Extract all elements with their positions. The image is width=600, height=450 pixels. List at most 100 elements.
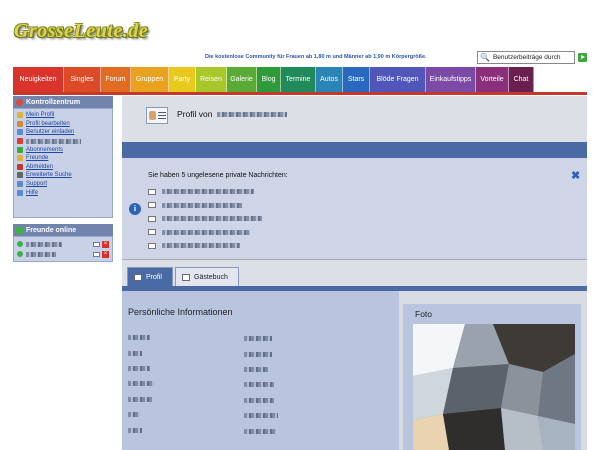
profile-photo[interactable] xyxy=(413,324,575,450)
control-center-header: Kontrollzentrum xyxy=(13,96,113,108)
remove-icon[interactable]: × xyxy=(102,250,109,258)
info-key xyxy=(128,412,244,419)
info-value xyxy=(244,382,274,388)
message-subject[interactable] xyxy=(162,202,242,208)
info-row xyxy=(128,346,388,361)
nav-tab-13[interactable]: Vorteile xyxy=(476,67,509,92)
sidebar-item[interactable]: Mein Profil xyxy=(17,111,109,120)
nav-tab-4[interactable]: Party xyxy=(169,67,196,92)
info-icon: i xyxy=(129,203,141,215)
friend-name[interactable] xyxy=(26,251,56,257)
sidebar-item-label: Freunde xyxy=(26,155,49,162)
info-key-text xyxy=(128,412,140,418)
info-key-text xyxy=(128,381,154,387)
sidebar-item[interactable]: Support xyxy=(17,180,109,189)
sidebar-item[interactable] xyxy=(17,137,109,146)
info-value xyxy=(244,397,274,403)
nav-tab-14[interactable]: Chat xyxy=(509,67,534,92)
profile-tab-icon xyxy=(134,273,142,281)
site-logo[interactable]: GrosseLeute.de xyxy=(14,20,149,46)
envelope-icon xyxy=(148,202,156,209)
main-content: Profil von i Sie haben 5 ungelesene priv… xyxy=(122,96,587,450)
info-row xyxy=(128,362,388,377)
nav-tab-6[interactable]: Galerie xyxy=(227,67,257,92)
envelope-icon xyxy=(148,229,156,236)
message-item[interactable] xyxy=(148,199,262,213)
nav-tab-8[interactable]: Termine xyxy=(281,67,316,92)
help-icon xyxy=(17,189,23,196)
control-center-icon xyxy=(16,98,23,106)
profile-card-icon xyxy=(146,107,168,124)
sidebar-item[interactable]: Abonnements xyxy=(17,145,109,154)
sidebar-item-label: Abmelden xyxy=(26,163,54,170)
photo-panel: Foto xyxy=(403,304,581,450)
sidebar-item-label: Erweiterte Suche xyxy=(26,172,72,179)
remove-icon[interactable]: × xyxy=(102,240,109,248)
tab-gaestebuch-label: Gästebuch xyxy=(194,273,228,281)
message-item[interactable] xyxy=(148,185,262,199)
info-key-text xyxy=(128,427,142,433)
message-subject[interactable] xyxy=(162,229,250,235)
info-value xyxy=(244,336,272,342)
nav-tab-12[interactable]: Einkaufstipps xyxy=(426,67,476,92)
tab-profil[interactable]: Profil xyxy=(127,267,173,286)
friend-name[interactable] xyxy=(26,241,62,247)
support-icon xyxy=(17,181,23,188)
info-row xyxy=(128,331,388,346)
search-input[interactable] xyxy=(492,54,573,61)
nav-tab-3[interactable]: Gruppen xyxy=(131,67,169,92)
main-navigation: Neuigkeiten Singles Forum Gruppen Party Reise… xyxy=(13,67,587,92)
sidebar-item-label: Abonnements xyxy=(26,146,64,153)
info-row xyxy=(128,408,388,423)
close-icon[interactable]: ✖ xyxy=(571,169,580,182)
info-key-text xyxy=(128,365,150,371)
message-item[interactable] xyxy=(148,212,262,226)
sidebar-item[interactable]: Freunde xyxy=(17,154,109,163)
message-subject[interactable] xyxy=(162,243,240,249)
info-row xyxy=(128,423,388,438)
friend-row[interactable]: × xyxy=(17,239,109,249)
message-item[interactable] xyxy=(148,239,262,253)
friend-row[interactable]: × xyxy=(17,249,109,259)
sidebar-item[interactable]: Hilfe xyxy=(17,188,109,197)
control-center-list: Mein Profil Profil bearbeiten Benutzer ein… xyxy=(13,108,113,218)
nav-tab-1[interactable]: Singles xyxy=(64,67,101,92)
nav-tab-7[interactable]: Blog xyxy=(257,67,281,92)
info-key xyxy=(128,381,244,388)
info-value xyxy=(244,366,268,372)
tagline: Die kostenlose Community für Frauen ab 1… xyxy=(205,54,427,60)
guestbook-icon xyxy=(182,273,190,281)
personal-info-title: Persönliche Informationen xyxy=(128,307,233,317)
envelope-icon xyxy=(148,188,156,195)
envelope-icon xyxy=(148,215,156,222)
info-value xyxy=(244,428,276,434)
sidebar-item[interactable]: Benutzer einladen xyxy=(17,128,109,137)
search-submit-button[interactable] xyxy=(578,53,587,62)
info-key xyxy=(128,396,244,404)
nav-tab-9[interactable]: Autos xyxy=(316,67,343,92)
nav-tab-5[interactable]: Reisen xyxy=(196,67,227,92)
sidebar-item[interactable]: Abmelden xyxy=(17,163,109,172)
message-item[interactable] xyxy=(148,226,262,240)
header-divider-bar xyxy=(122,142,587,158)
friends-online-list: × × xyxy=(13,236,113,262)
nav-tab-0[interactable]: Neuigkeiten xyxy=(13,67,64,92)
personal-info-panel: Persönliche Informationen xyxy=(122,291,399,450)
nav-tab-2[interactable]: Forum xyxy=(101,67,131,92)
message-subject[interactable] xyxy=(162,189,254,195)
nav-underline xyxy=(13,92,587,95)
message-icon[interactable] xyxy=(93,241,100,247)
info-key-text xyxy=(128,335,150,341)
sidebar-item[interactable]: Erweiterte Suche xyxy=(17,171,109,180)
search-field[interactable]: 🔍 xyxy=(477,51,575,64)
tab-gaestebuch[interactable]: Gästebuch xyxy=(175,267,239,286)
message-icon[interactable] xyxy=(93,251,100,257)
message-subject[interactable] xyxy=(162,216,262,222)
search-icon: 🔍 xyxy=(480,53,490,62)
online-status-icon xyxy=(17,251,23,257)
nav-tab-11[interactable]: Blöde Fragen xyxy=(370,67,426,92)
sidebar-item-label: Hilfe xyxy=(26,189,39,196)
sidebar-item[interactable]: Profil bearbeiten xyxy=(17,120,109,129)
check-icon xyxy=(16,226,23,234)
nav-tab-10[interactable]: Stars xyxy=(343,67,370,92)
